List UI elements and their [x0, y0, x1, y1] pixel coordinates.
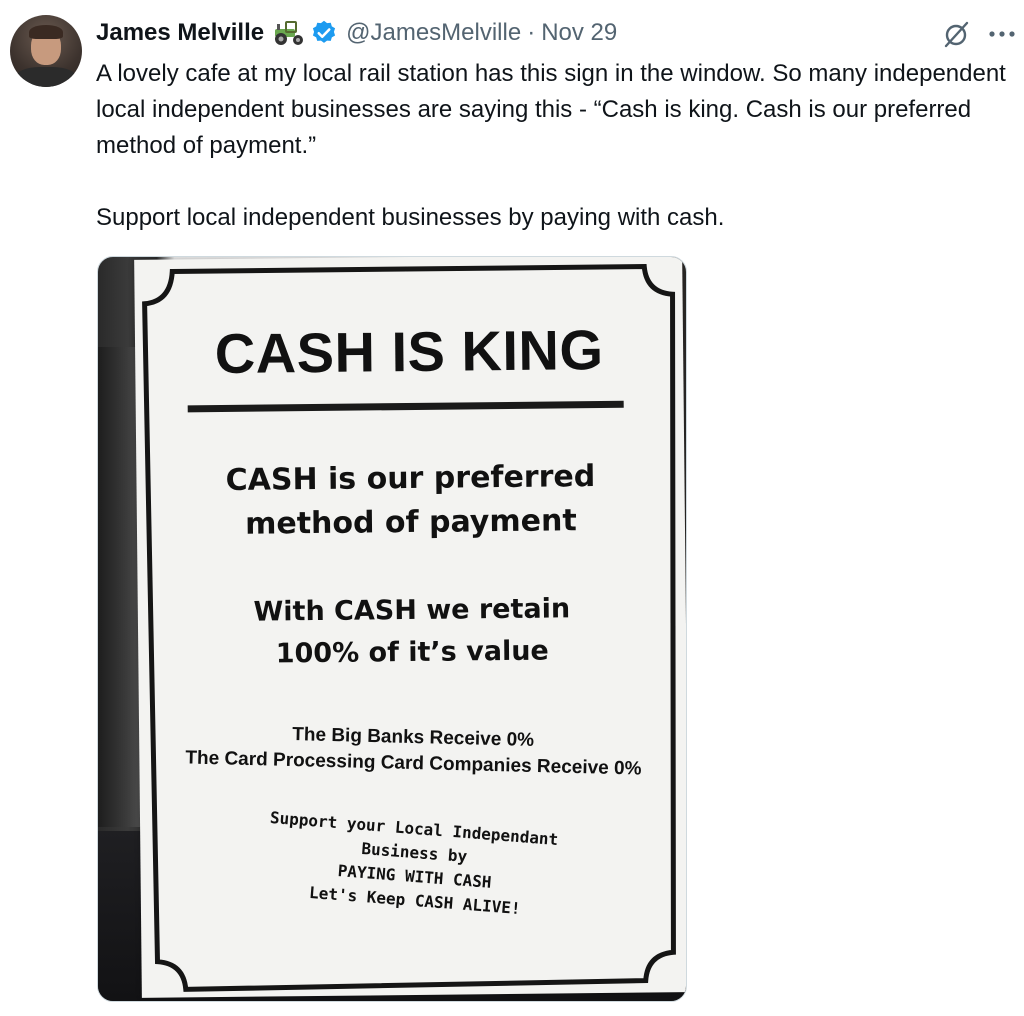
tweet-paragraph-1: A lovely cafe at my local rail station h…	[96, 60, 1006, 159]
author-handle[interactable]: @JamesMelville	[346, 16, 521, 50]
sign-line-1: CASH is our preferred	[225, 459, 596, 498]
avatar-hair	[29, 25, 63, 39]
sign-line-3: With CASH we retain	[253, 593, 571, 628]
tweet-paragraph-2: Support local independent businesses by …	[96, 204, 725, 231]
tweet[interactable]: James Melville @JamesMelville · Nov 29 A…	[0, 0, 1024, 1016]
tweet-photo[interactable]: CASH IS KING CASH is our preferred metho…	[97, 256, 687, 1002]
sign-title: CASH IS KING	[214, 317, 604, 386]
author-name[interactable]: James Melville	[96, 16, 264, 50]
sign-line-4: 100% of it’s value	[275, 635, 549, 670]
sign-line-2: method of payment	[244, 503, 577, 542]
tweet-header: James Melville @JamesMelville · Nov 29	[96, 16, 617, 50]
tractor-icon	[275, 21, 304, 45]
avatar[interactable]	[10, 15, 82, 87]
header-separator: ·	[527, 19, 536, 46]
more-options-icon[interactable]	[986, 26, 1018, 42]
tweet-date[interactable]: Nov 29	[541, 16, 617, 50]
grok-icon[interactable]	[940, 18, 972, 50]
verified-badge-icon[interactable]	[310, 19, 338, 47]
cash-sign: CASH IS KING CASH is our preferred metho…	[134, 257, 686, 998]
tweet-text: A lovely cafe at my local rail station h…	[96, 56, 1016, 236]
avatar-body	[14, 67, 78, 87]
